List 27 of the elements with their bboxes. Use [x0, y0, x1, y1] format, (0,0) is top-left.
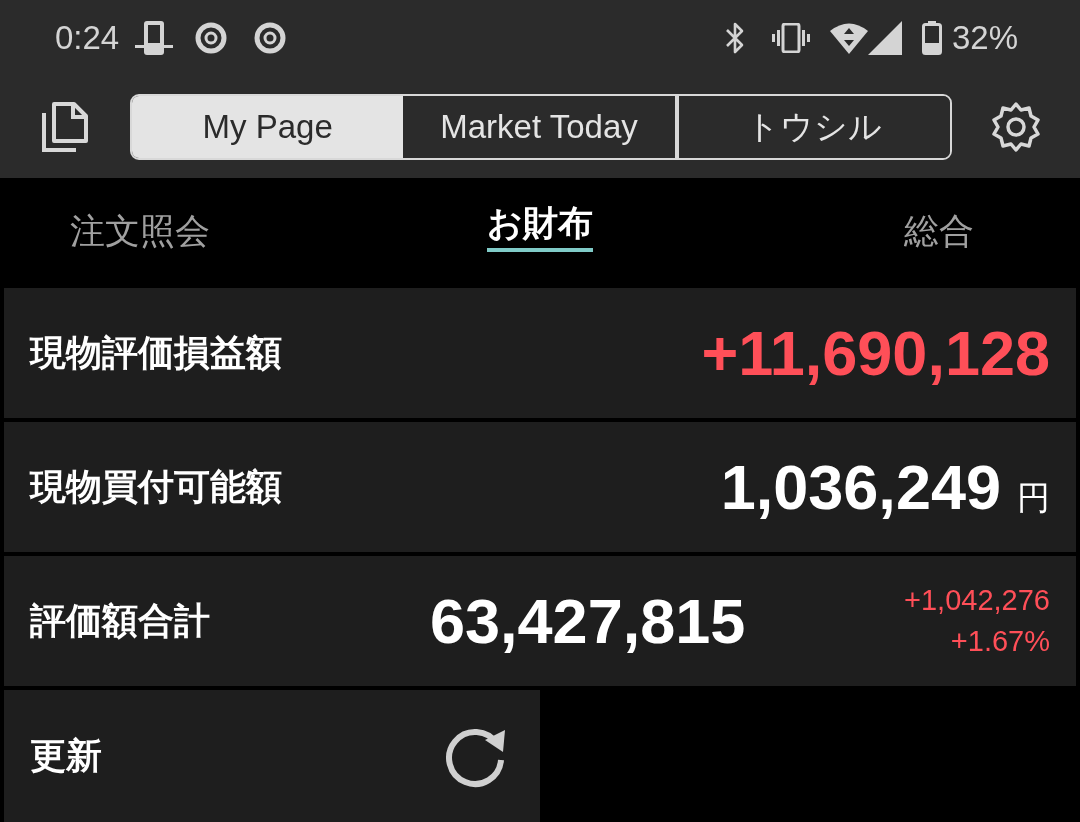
- bluetooth-icon: [723, 21, 746, 55]
- ring-icon: [195, 22, 228, 54]
- battery-percent: 32%: [951, 19, 1018, 57]
- refresh-label: 更新: [30, 733, 102, 778]
- sub-tab[interactable]: 総合: [904, 210, 974, 260]
- settings-icon[interactable]: [990, 101, 1042, 153]
- row-label: 現物買付可能額: [30, 464, 282, 509]
- signal-icon: [867, 21, 902, 55]
- top-tab[interactable]: トウシル: [674, 96, 950, 158]
- status-time: 0:24: [55, 19, 120, 57]
- top-tab[interactable]: My Page: [132, 96, 404, 158]
- phone-icon: [135, 20, 174, 56]
- ring-icon: [254, 22, 287, 54]
- change-value: +1,042,276: [904, 584, 1050, 617]
- amount-value: 1,036,249: [720, 451, 1001, 523]
- total-value: 63,427,815: [430, 585, 746, 657]
- currency-unit: 円: [1017, 477, 1050, 519]
- vibrate-icon: [771, 23, 810, 53]
- sub-tab[interactable]: お財布: [487, 202, 593, 252]
- change-percent: +1.67%: [950, 625, 1050, 658]
- sub-tab[interactable]: 注文照会: [70, 210, 210, 260]
- profit-value: +11,690,128: [701, 317, 1050, 389]
- wifi-icon: [829, 22, 868, 54]
- refresh-button[interactable]: 更新: [4, 690, 540, 822]
- row-label: 現物評価損益額: [30, 330, 282, 375]
- battery-icon: [921, 21, 942, 55]
- row-label: 評価額合計: [30, 598, 211, 643]
